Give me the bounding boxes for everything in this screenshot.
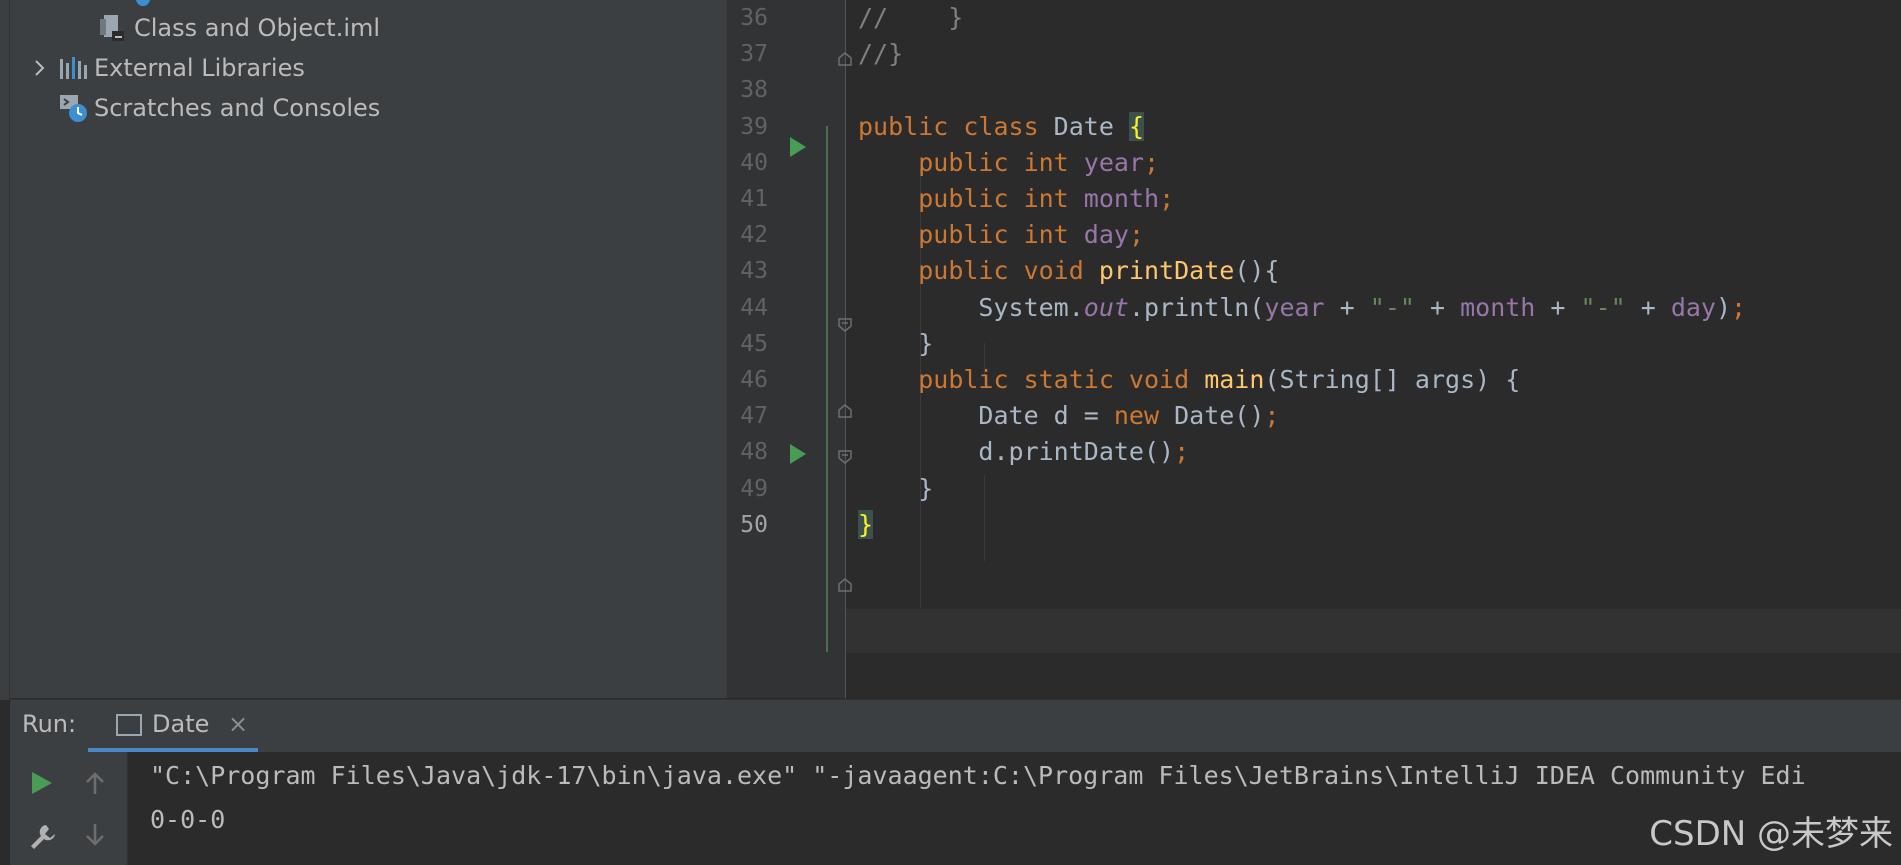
code-token: public static void bbox=[918, 365, 1205, 394]
gutter-divider bbox=[845, 0, 846, 698]
run-tab-date[interactable]: Date × bbox=[88, 700, 258, 752]
run-tool-window-header: Run: Date × bbox=[10, 699, 1901, 752]
code-token: } bbox=[858, 509, 874, 539]
chevron-right-icon[interactable] bbox=[30, 58, 50, 78]
code-token: ; bbox=[1144, 147, 1160, 177]
fold-end-icon[interactable] bbox=[838, 578, 852, 592]
code-token: public void bbox=[918, 256, 1099, 286]
console-output[interactable]: "C:\Program Files\Java\jdk-17\bin\java.e… bbox=[128, 752, 1901, 865]
current-line-highlight bbox=[846, 609, 1901, 653]
code-token: + bbox=[1535, 292, 1581, 322]
code-line[interactable]: } bbox=[858, 503, 874, 547]
run-label: Run: bbox=[22, 710, 77, 738]
fold-start-icon[interactable] bbox=[838, 450, 852, 464]
code-token: ; bbox=[1174, 437, 1190, 467]
code-token: public int bbox=[918, 220, 1084, 250]
code-token: "-" bbox=[1369, 292, 1415, 322]
libraries-icon bbox=[58, 53, 88, 83]
code-token: } bbox=[858, 328, 934, 358]
code-token: public int bbox=[918, 147, 1084, 177]
indent-guide bbox=[984, 475, 985, 561]
code-token: ; bbox=[1128, 220, 1145, 250]
code-line[interactable]: //} bbox=[858, 32, 903, 76]
run-class-icon[interactable] bbox=[790, 137, 806, 157]
scratches-icon bbox=[58, 93, 88, 123]
code-token: // } bbox=[858, 3, 964, 32]
project-panel: Class and Object.iml External Libraries bbox=[10, 0, 728, 698]
code-token: Date() bbox=[1174, 401, 1265, 431]
code-token: out bbox=[1083, 292, 1129, 322]
run-toolbar bbox=[10, 752, 128, 865]
console-icon bbox=[116, 714, 142, 736]
code-token: public int bbox=[918, 184, 1084, 213]
tree-item-label: External Libraries bbox=[94, 54, 305, 82]
code-token: day bbox=[1083, 220, 1129, 250]
code-token: (){ bbox=[1234, 256, 1280, 286]
tree-item-label: Scratches and Consoles bbox=[94, 94, 381, 122]
code-token: { bbox=[1128, 111, 1144, 141]
tree-item-iml[interactable]: Class and Object.iml bbox=[98, 8, 380, 48]
watermark: CSDN @未梦来 bbox=[1649, 814, 1893, 854]
code-token: //} bbox=[858, 39, 904, 69]
vcs-change-marker bbox=[826, 126, 828, 652]
code-token: .println( bbox=[1128, 292, 1265, 322]
code-token: public class bbox=[858, 111, 1054, 141]
code-token: + bbox=[1324, 292, 1370, 322]
code-token: main bbox=[1204, 365, 1265, 394]
code-token: ; bbox=[1731, 292, 1747, 322]
code-token: ) bbox=[1715, 292, 1732, 322]
wrench-icon[interactable] bbox=[28, 822, 56, 850]
code-token: Date bbox=[1053, 111, 1129, 141]
tree-item-scratches[interactable]: Scratches and Consoles bbox=[58, 88, 380, 128]
run-tab-label: Date bbox=[152, 710, 210, 738]
code-token: ; bbox=[1159, 184, 1175, 213]
arrow-up-icon[interactable] bbox=[82, 770, 108, 796]
close-icon[interactable]: × bbox=[228, 710, 248, 738]
code-token: } bbox=[858, 473, 934, 503]
code-token: + bbox=[1625, 292, 1671, 322]
code-token: "-" bbox=[1580, 292, 1626, 322]
iml-file-icon bbox=[98, 13, 128, 43]
tree-item-external-libraries[interactable]: External Libraries bbox=[58, 48, 305, 88]
run-main-icon[interactable] bbox=[790, 444, 806, 464]
code-line[interactable]: System.out.println(year + "-" + month + … bbox=[858, 286, 1746, 330]
code-token: day bbox=[1670, 292, 1716, 322]
code-token: ; bbox=[1264, 401, 1280, 431]
code-token: month bbox=[1083, 184, 1160, 213]
fold-start-icon[interactable] bbox=[838, 318, 852, 332]
console-line-command: "C:\Program Files\Java\jdk-17\bin\java.e… bbox=[150, 761, 1806, 790]
partial-icon bbox=[136, 0, 150, 6]
fold-end-icon[interactable] bbox=[838, 52, 852, 66]
code-token: (String[] args) { bbox=[1264, 365, 1521, 394]
arrow-down-icon[interactable] bbox=[82, 822, 108, 848]
line-number[interactable]: 50 bbox=[728, 503, 768, 547]
fold-end-icon[interactable] bbox=[838, 404, 852, 418]
code-token: month bbox=[1460, 292, 1536, 322]
tree-item-label: Class and Object.iml bbox=[134, 14, 381, 42]
console-line-output: 0-0-0 bbox=[150, 805, 226, 834]
code-token: year bbox=[1083, 147, 1145, 177]
tool-window-strip bbox=[0, 0, 10, 700]
code-token: printDate bbox=[1098, 256, 1235, 286]
code-token: System. bbox=[858, 292, 1084, 322]
code-editor[interactable]: 36 37 38 39 40 41 42 43 44 45 46 47 48 49 50 // }//} pu… bbox=[728, 0, 1901, 698]
code-token: d.printDate() bbox=[858, 437, 1175, 467]
rerun-icon[interactable] bbox=[28, 770, 54, 796]
code-token: year bbox=[1264, 292, 1325, 322]
code-token: Date d = bbox=[858, 401, 1114, 431]
code-token: + bbox=[1414, 292, 1461, 322]
code-token: new bbox=[1113, 401, 1175, 431]
